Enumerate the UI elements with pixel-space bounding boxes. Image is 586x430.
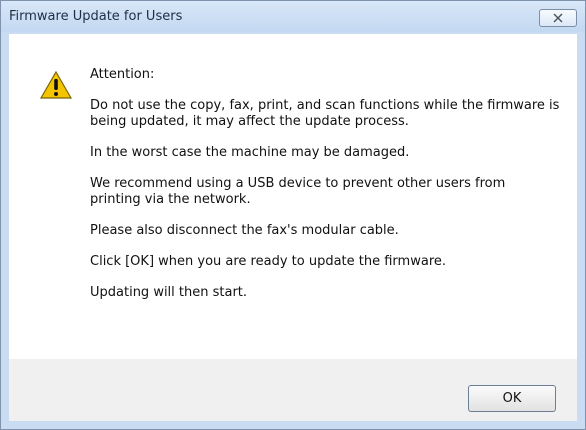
window-title: Firmware Update for Users — [9, 9, 183, 24]
close-icon — [553, 13, 563, 23]
title-bar: Firmware Update for Users — [1, 1, 585, 32]
ok-button[interactable]: OK — [468, 385, 556, 412]
message-area: Attention: Do not use the copy, fax, pri… — [9, 34, 577, 359]
message-paragraph-3: We recommend using a USB device to preve… — [90, 176, 506, 207]
firmware-update-dialog: Firmware Update for Users Attention: Do … — [0, 0, 586, 430]
message-paragraph-1: Do not use the copy, fax, print, and sca… — [90, 98, 560, 129]
warning-icon — [39, 70, 73, 99]
message-paragraph-6: Updating will then start. — [90, 285, 248, 300]
close-button[interactable] — [539, 9, 577, 27]
button-bar: OK — [9, 359, 577, 421]
message-paragraph-5: Click [OK] when you are ready to update … — [90, 254, 447, 269]
dialog-message: Attention: Do not use the copy, fax, pri… — [90, 67, 560, 316]
message-paragraph-4: Please also disconnect the fax's modular… — [90, 223, 399, 238]
attention-heading: Attention: — [90, 67, 155, 82]
message-paragraph-2: In the worst case the machine may be dam… — [90, 145, 410, 160]
